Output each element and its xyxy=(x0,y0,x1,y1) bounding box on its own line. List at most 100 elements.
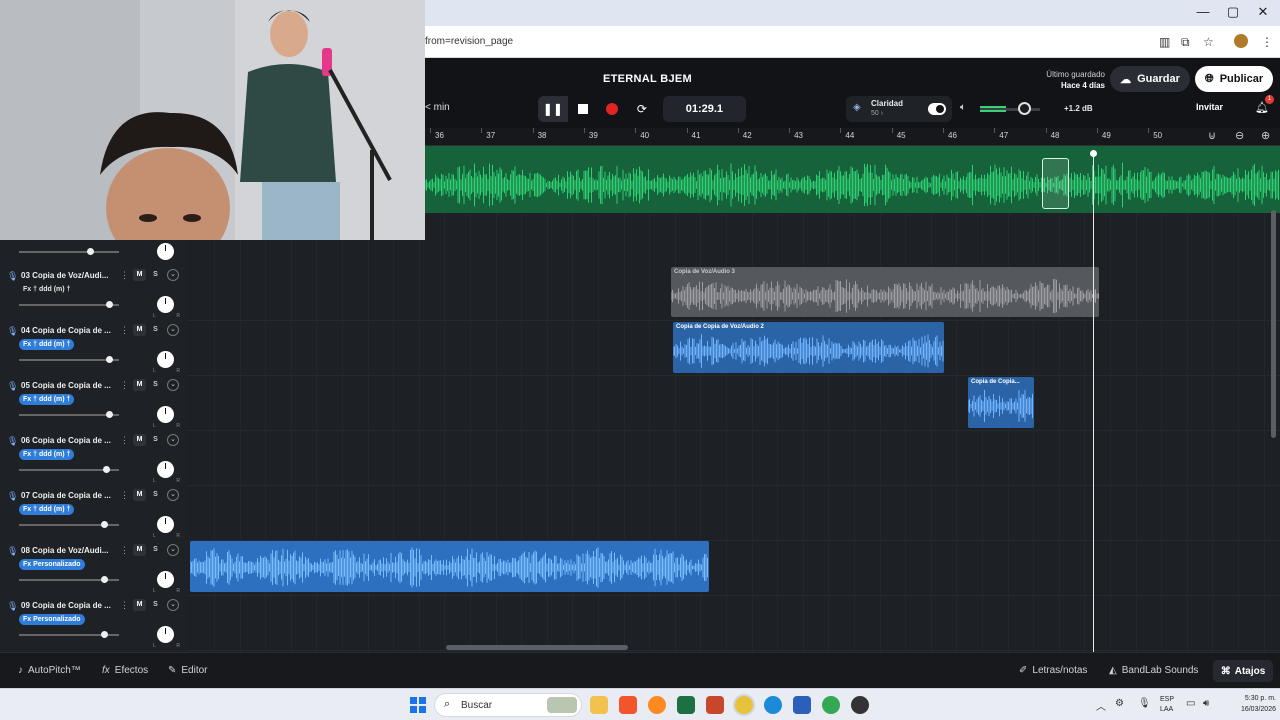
track-header[interactable]: 🎙︎ 07 Copia de Copia de ... ⋮ M S ⌄ Fx †… xyxy=(0,486,188,541)
effects-button[interactable]: fx Efectos xyxy=(102,665,148,676)
volume-slider-thumb[interactable] xyxy=(106,356,113,363)
microphone-icon[interactable]: 🎙︎ xyxy=(1138,698,1151,709)
track-header[interactable]: 🎙︎ 03 Copia de Voz/Audi... ⋮ M S ⌄ Fx † … xyxy=(0,266,188,321)
pan-knob[interactable] xyxy=(157,296,174,313)
shortcuts-button[interactable]: ⌘ Atajos xyxy=(1213,660,1273,682)
mute-button[interactable]: M xyxy=(133,269,146,281)
clock-time[interactable]: 5:30 p. m. xyxy=(1226,695,1276,702)
windows-start-icon[interactable] xyxy=(410,697,426,713)
pan-knob[interactable] xyxy=(157,571,174,588)
mute-button[interactable]: M xyxy=(133,434,146,446)
chevron-down-icon[interactable]: ⌄ xyxy=(167,269,179,281)
editor-button[interactable]: ✎ Editor xyxy=(168,665,208,676)
solo-button[interactable]: S xyxy=(149,379,162,391)
pause-button[interactable]: ❚❚ xyxy=(538,96,568,122)
volume-slider-thumb[interactable] xyxy=(106,411,113,418)
pan-knob[interactable] xyxy=(157,626,174,643)
mute-button[interactable]: M xyxy=(133,544,146,556)
volume-slider[interactable] xyxy=(19,414,119,416)
maximize-icon[interactable]: ▢ xyxy=(1218,4,1248,20)
mute-button[interactable]: M xyxy=(133,599,146,611)
solo-button[interactable]: S xyxy=(149,489,162,501)
url-text[interactable]: from=revision_page xyxy=(425,36,513,47)
zoom-in-icon[interactable]: ⊕ xyxy=(1261,129,1270,142)
track-header[interactable]: 🎙︎ 05 Copia de Copia de ... ⋮ M S ⌄ Fx †… xyxy=(0,376,188,431)
clock-date[interactable]: 16/03/2026 xyxy=(1226,706,1276,713)
chevron-down-icon[interactable]: ⌄ xyxy=(167,599,179,611)
volume-slider[interactable] xyxy=(19,304,119,306)
chevron-down-icon[interactable]: ⌄ xyxy=(167,324,179,336)
fx-chip[interactable]: Fx † ddd (m) † xyxy=(19,449,75,460)
track-menu-icon[interactable]: ⋮ xyxy=(120,325,129,336)
edge-icon[interactable] xyxy=(764,696,782,714)
solo-button[interactable]: S xyxy=(149,599,162,611)
chrome-profile-icon[interactable] xyxy=(822,696,840,714)
track-header[interactable]: 🎙︎ 06 Copia de Copia de ... ⋮ M S ⌄ Fx †… xyxy=(0,431,188,486)
loop-region-handle[interactable] xyxy=(1042,158,1069,209)
close-icon[interactable]: ✕ xyxy=(1248,4,1278,20)
mute-button[interactable]: M xyxy=(133,324,146,336)
mute-button[interactable]: M xyxy=(133,489,146,501)
clip-track-05[interactable]: Copia de Copia... xyxy=(968,377,1034,428)
pan-knob[interactable] xyxy=(157,461,174,478)
clip-track-03[interactable]: Copia de Voz/Audio 3 xyxy=(671,267,1099,317)
solo-button[interactable]: S xyxy=(149,269,162,281)
playhead[interactable] xyxy=(1093,150,1094,652)
track-menu-icon[interactable]: ⋮ xyxy=(120,600,129,611)
pan-knob[interactable] xyxy=(157,243,174,260)
solo-button[interactable]: S xyxy=(149,434,162,446)
track-name[interactable]: 08 Copia de Voz/Audi... xyxy=(21,546,121,555)
chevron-down-icon[interactable]: ⌄ xyxy=(167,379,179,391)
track-menu-icon[interactable]: ⋮ xyxy=(120,270,129,281)
fx-chip[interactable]: Fx † ddd (m) † xyxy=(19,339,75,350)
network-icon[interactable]: ▭ xyxy=(1186,698,1195,709)
app-icon[interactable] xyxy=(851,696,869,714)
powerpoint-icon[interactable] xyxy=(706,696,724,714)
chevron-down-icon[interactable]: ⌄ xyxy=(167,489,179,501)
volume-slider[interactable] xyxy=(19,359,119,361)
mute-button[interactable]: M xyxy=(133,379,146,391)
save-button[interactable]: ☁ Guardar xyxy=(1110,66,1190,92)
track-header[interactable]: 🎙︎ 08 Copia de Voz/Audi... ⋮ M S ⌄ Fx Pe… xyxy=(0,541,188,596)
pan-knob[interactable] xyxy=(157,516,174,533)
firefox-icon[interactable] xyxy=(648,696,666,714)
lyrics-button[interactable]: ✐ Letras/notas xyxy=(1019,665,1087,676)
chevron-down-icon[interactable]: ⌄ xyxy=(167,544,179,556)
track-header[interactable]: 🎙︎ 04 Copia de Copia de ... ⋮ M S ⌄ Fx †… xyxy=(0,321,188,376)
pan-knob[interactable] xyxy=(157,351,174,368)
track-name[interactable]: 04 Copia de Copia de ... xyxy=(21,326,121,335)
tray-chevron-icon[interactable]: ︿ xyxy=(1096,698,1106,713)
sidebar-icon[interactable]: ▥ xyxy=(1159,35,1170,49)
autopitch-button[interactable]: ♪ AutoPitch™ xyxy=(18,665,81,676)
invite-button[interactable]: Invitar xyxy=(1196,102,1223,112)
zoom-out-icon[interactable]: ⊖ xyxy=(1235,129,1244,142)
language-indicator[interactable]: ESP xyxy=(1160,696,1174,703)
chrome-icon[interactable] xyxy=(735,696,753,714)
volume-slider[interactable] xyxy=(19,251,119,253)
fx-chip[interactable]: Fx † ddd (m) † xyxy=(19,504,75,515)
cast-icon[interactable]: ⧉ xyxy=(1181,35,1190,50)
record-button[interactable] xyxy=(597,96,627,122)
bookmark-star-icon[interactable]: ☆ xyxy=(1203,35,1214,49)
track-name[interactable]: 06 Copia de Copia de ... xyxy=(21,436,121,445)
bandlab-sounds-button[interactable]: ◭ BandLab Sounds xyxy=(1109,665,1198,676)
chevron-down-icon[interactable]: ⌄ xyxy=(167,434,179,446)
playhead-handle[interactable] xyxy=(1090,150,1097,157)
more-menu-icon[interactable]: ⋮ xyxy=(1261,35,1273,49)
pan-knob[interactable] xyxy=(157,406,174,423)
vertical-scrollbar[interactable] xyxy=(1271,210,1276,438)
volume-slider-thumb[interactable] xyxy=(103,466,110,473)
clarity-value[interactable]: 50 › xyxy=(871,110,883,117)
track-name[interactable]: 05 Copia de Copia de ... xyxy=(21,381,121,390)
stop-button[interactable] xyxy=(568,96,598,122)
volume-icon[interactable]: 🔊︎ xyxy=(1203,698,1209,709)
clarity-control[interactable]: ◈ Claridad 50 › xyxy=(846,96,952,122)
speaker-icon[interactable]: 🔈︎ xyxy=(960,102,966,113)
fx-chip[interactable]: Fx Personalizado xyxy=(19,614,85,625)
horizontal-scrollbar[interactable] xyxy=(446,645,628,650)
volume-slider-thumb[interactable] xyxy=(101,521,108,528)
fx-chip[interactable]: Fx Personalizado xyxy=(19,559,85,570)
fx-chip[interactable]: Fx † ddd (m) † xyxy=(19,284,74,295)
clarity-toggle[interactable] xyxy=(928,103,946,115)
volume-slider-thumb[interactable] xyxy=(101,631,108,638)
